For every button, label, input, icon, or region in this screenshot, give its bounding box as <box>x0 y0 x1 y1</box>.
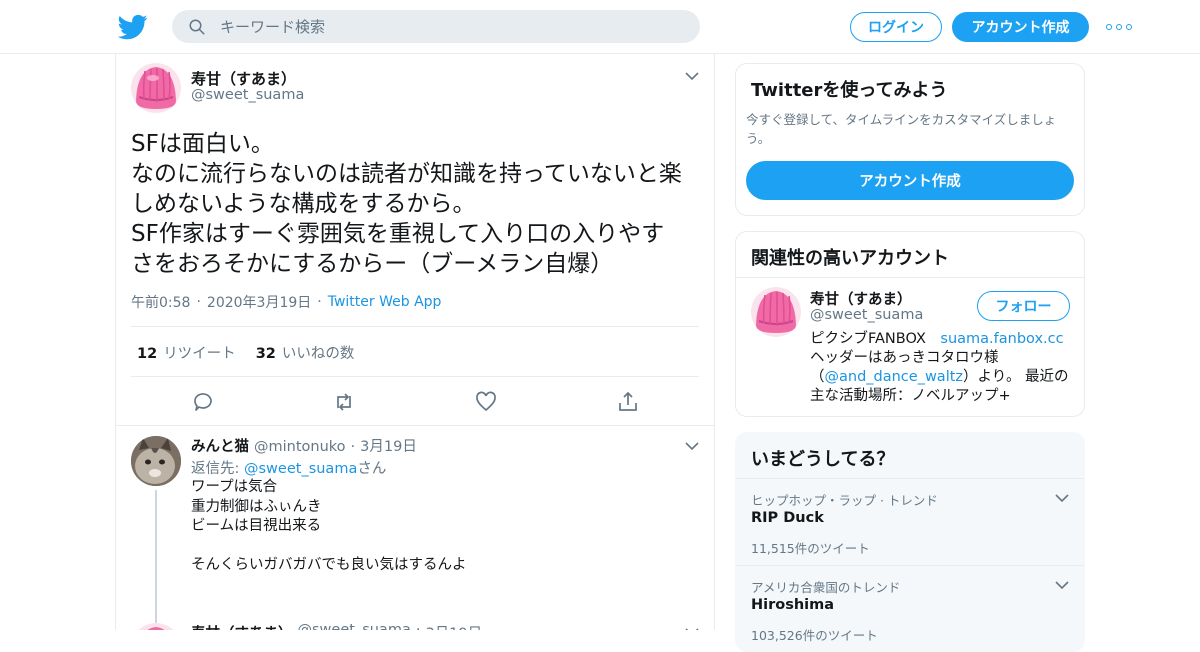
reply-text-line: ビームは目視出来る <box>191 518 322 534</box>
trend-name: RIP Duck <box>751 510 824 526</box>
bio-link[interactable]: suama.fanbox.cc <box>940 331 1063 347</box>
related-account-bio: ピクシブFANBOX suama.fanbox.cc ヘッダーはあっきコタロウ様… <box>810 330 1080 406</box>
reply-text-line: ワープは気合 <box>191 479 278 495</box>
trend-count: 11,515件のツイート <box>751 541 870 556</box>
like-stat[interactable]: 32 いいねの数 <box>256 342 355 363</box>
tweet-text-line: なのに流行らないのは読者が知識を持っていないと楽 <box>131 161 682 187</box>
divider <box>131 376 699 377</box>
login-button[interactable]: ログイン <box>850 12 942 42</box>
retweet-stat[interactable]: 12 リツイート <box>137 342 236 363</box>
search-input[interactable] <box>220 17 660 36</box>
tweet-actions <box>116 390 714 414</box>
tweet-text-line: SF作家はすーぐ雰囲気を重視して入り口の入りやす <box>131 221 665 247</box>
signup-card: Twitterを使ってみよう 今すぐ登録して、タイムラインをカスタマイズしましょ… <box>735 63 1085 216</box>
related-accounts-header: 関連性の高いアカウント <box>736 232 1084 278</box>
reply-author-handle[interactable]: @mintonuko <box>254 439 346 455</box>
search-box[interactable] <box>172 10 700 43</box>
replying-to: 返信先: @sweet_suamaさん <box>191 457 386 478</box>
like-icon[interactable] <box>474 390 498 414</box>
trend-context: アメリカ合衆国のトレンド <box>751 580 901 595</box>
trends-title: いまどうしてる？ <box>751 449 895 470</box>
trends-card: いまどうしてる？ ヒップホップ・ラップ · トレンド RIP Duck 11,5… <box>735 432 1085 652</box>
chevron-down-icon[interactable] <box>1055 493 1069 503</box>
avatar[interactable] <box>131 436 181 486</box>
bio-mention-link[interactable]: @and_dance_waltz <box>825 369 964 385</box>
chevron-down-icon[interactable] <box>1055 580 1069 590</box>
like-count: 32 <box>255 346 276 362</box>
signup-card-button[interactable]: アカウント作成 <box>746 161 1074 200</box>
next-reply-date[interactable]: 3月19日 <box>425 622 482 630</box>
retweet-icon[interactable] <box>332 390 356 414</box>
related-accounts-card: 関連性の高いアカウント 寿甘（すあま） @sweet_suama フォロー ピク… <box>735 231 1085 417</box>
main-timeline: 寿甘（すあま） @sweet_suama SFは面白い。 なのに流行らないのは読… <box>115 54 715 630</box>
more-options-icon[interactable] <box>1106 17 1132 37</box>
replying-to-prefix: 返信先: <box>191 461 244 477</box>
reply-header: みんと猫 @mintonuko · 3月19日 <box>191 435 417 456</box>
divider <box>131 326 699 327</box>
trends-header: いまどうしてる？ <box>736 433 1084 479</box>
retweet-count: 12 <box>137 346 158 362</box>
related-account-handle[interactable]: @sweet_suama <box>810 307 923 323</box>
reply-text-line: そんくらいガバガバでも良い気はするんよ <box>191 557 467 573</box>
tweet-text-line: さをおろそかにするからー（ブーメラン自爆） <box>131 251 614 277</box>
chevron-down-icon[interactable] <box>685 441 699 451</box>
thread-line <box>155 490 157 630</box>
signup-card-subtitle: 今すぐ登録して、タイムラインをカスタマイズしましょう。 <box>746 112 1057 146</box>
signup-card-title: Twitterを使ってみよう <box>751 80 948 101</box>
trend-name: Hiroshima <box>751 597 835 613</box>
reply-text-line <box>191 537 467 557</box>
tweet-source-link[interactable]: Twitter Web App <box>328 294 442 310</box>
tweet-date[interactable]: 2020年3月19日 <box>207 292 311 312</box>
bio-text: ピクシブFANBOX <box>810 331 941 347</box>
reply-tweet: みんと猫 @mintonuko · 3月19日 返信先: @sweet_suam… <box>116 426 714 630</box>
tweet-text-line: しめないような構成をするから。 <box>131 191 476 217</box>
avatar[interactable] <box>751 287 801 337</box>
trend-item[interactable]: アメリカ合衆国のトレンド Hiroshima 103,526件のツイート <box>736 566 1084 651</box>
trend-item[interactable]: ヒップホップ・ラップ · トレンド RIP Duck 11,515件のツイート <box>736 479 1084 566</box>
top-bar: ログイン アカウント作成 <box>0 0 1200 54</box>
tweet-time[interactable]: 午前0:58 <box>131 292 190 312</box>
signup-button[interactable]: アカウント作成 <box>952 12 1089 42</box>
author-handle[interactable]: @sweet_suama <box>191 87 304 103</box>
next-reply-tweet: 寿甘（すあま） @sweet_suama · 3月19日 <box>116 619 714 630</box>
tweet-text: SFは面白い。 なのに流行らないのは読者が知識を持っていないと楽 しめないような… <box>131 129 706 279</box>
tweet-text-line: SFは面白い。 <box>131 131 274 157</box>
retweet-stat-label: リツイート <box>163 346 236 362</box>
next-reply-author-name[interactable]: 寿甘（すあま） <box>191 622 293 630</box>
twitter-bird-icon[interactable] <box>118 12 148 42</box>
reply-author-name[interactable]: みんと猫 <box>191 435 249 456</box>
avatar[interactable] <box>131 623 181 630</box>
reply-date[interactable]: 3月19日 <box>360 435 417 456</box>
trend-count: 103,526件のツイート <box>751 628 878 643</box>
chevron-down-icon[interactable] <box>685 71 699 81</box>
avatar[interactable] <box>131 63 181 113</box>
related-account-name[interactable]: 寿甘（すあま） <box>810 288 912 309</box>
next-reply-header: 寿甘（すあま） @sweet_suama · 3月19日 <box>191 622 482 630</box>
reply-icon[interactable] <box>191 390 215 414</box>
author-name[interactable]: 寿甘（すあま） <box>191 68 296 89</box>
tweet-meta: 午前0:58 · 2020年3月19日 · Twitter Web App <box>131 292 442 312</box>
next-reply-author-handle[interactable]: @sweet_suama <box>298 622 411 630</box>
trend-context: ヒップホップ・ラップ · トレンド <box>751 493 938 508</box>
reply-text: ワープは気合 重力制御はふぃんき ビームは目視出来る そんくらいガバガバでも良い… <box>191 478 467 576</box>
tweet-stats: 12 リツイート 32 いいねの数 <box>137 342 374 363</box>
reply-mention-link[interactable]: @sweet_suama <box>244 461 357 477</box>
like-stat-label: いいねの数 <box>281 346 355 362</box>
replying-to-suffix: さん <box>357 461 387 477</box>
follow-button[interactable]: フォロー <box>977 291 1070 321</box>
reply-text-line: 重力制御はふぃんき <box>191 498 322 515</box>
share-icon[interactable] <box>616 390 640 414</box>
related-accounts-title: 関連性の高いアカウント <box>751 248 949 269</box>
main-tweet: 寿甘（すあま） @sweet_suama SFは面白い。 なのに流行らないのは読… <box>116 54 714 426</box>
search-icon <box>189 19 205 34</box>
